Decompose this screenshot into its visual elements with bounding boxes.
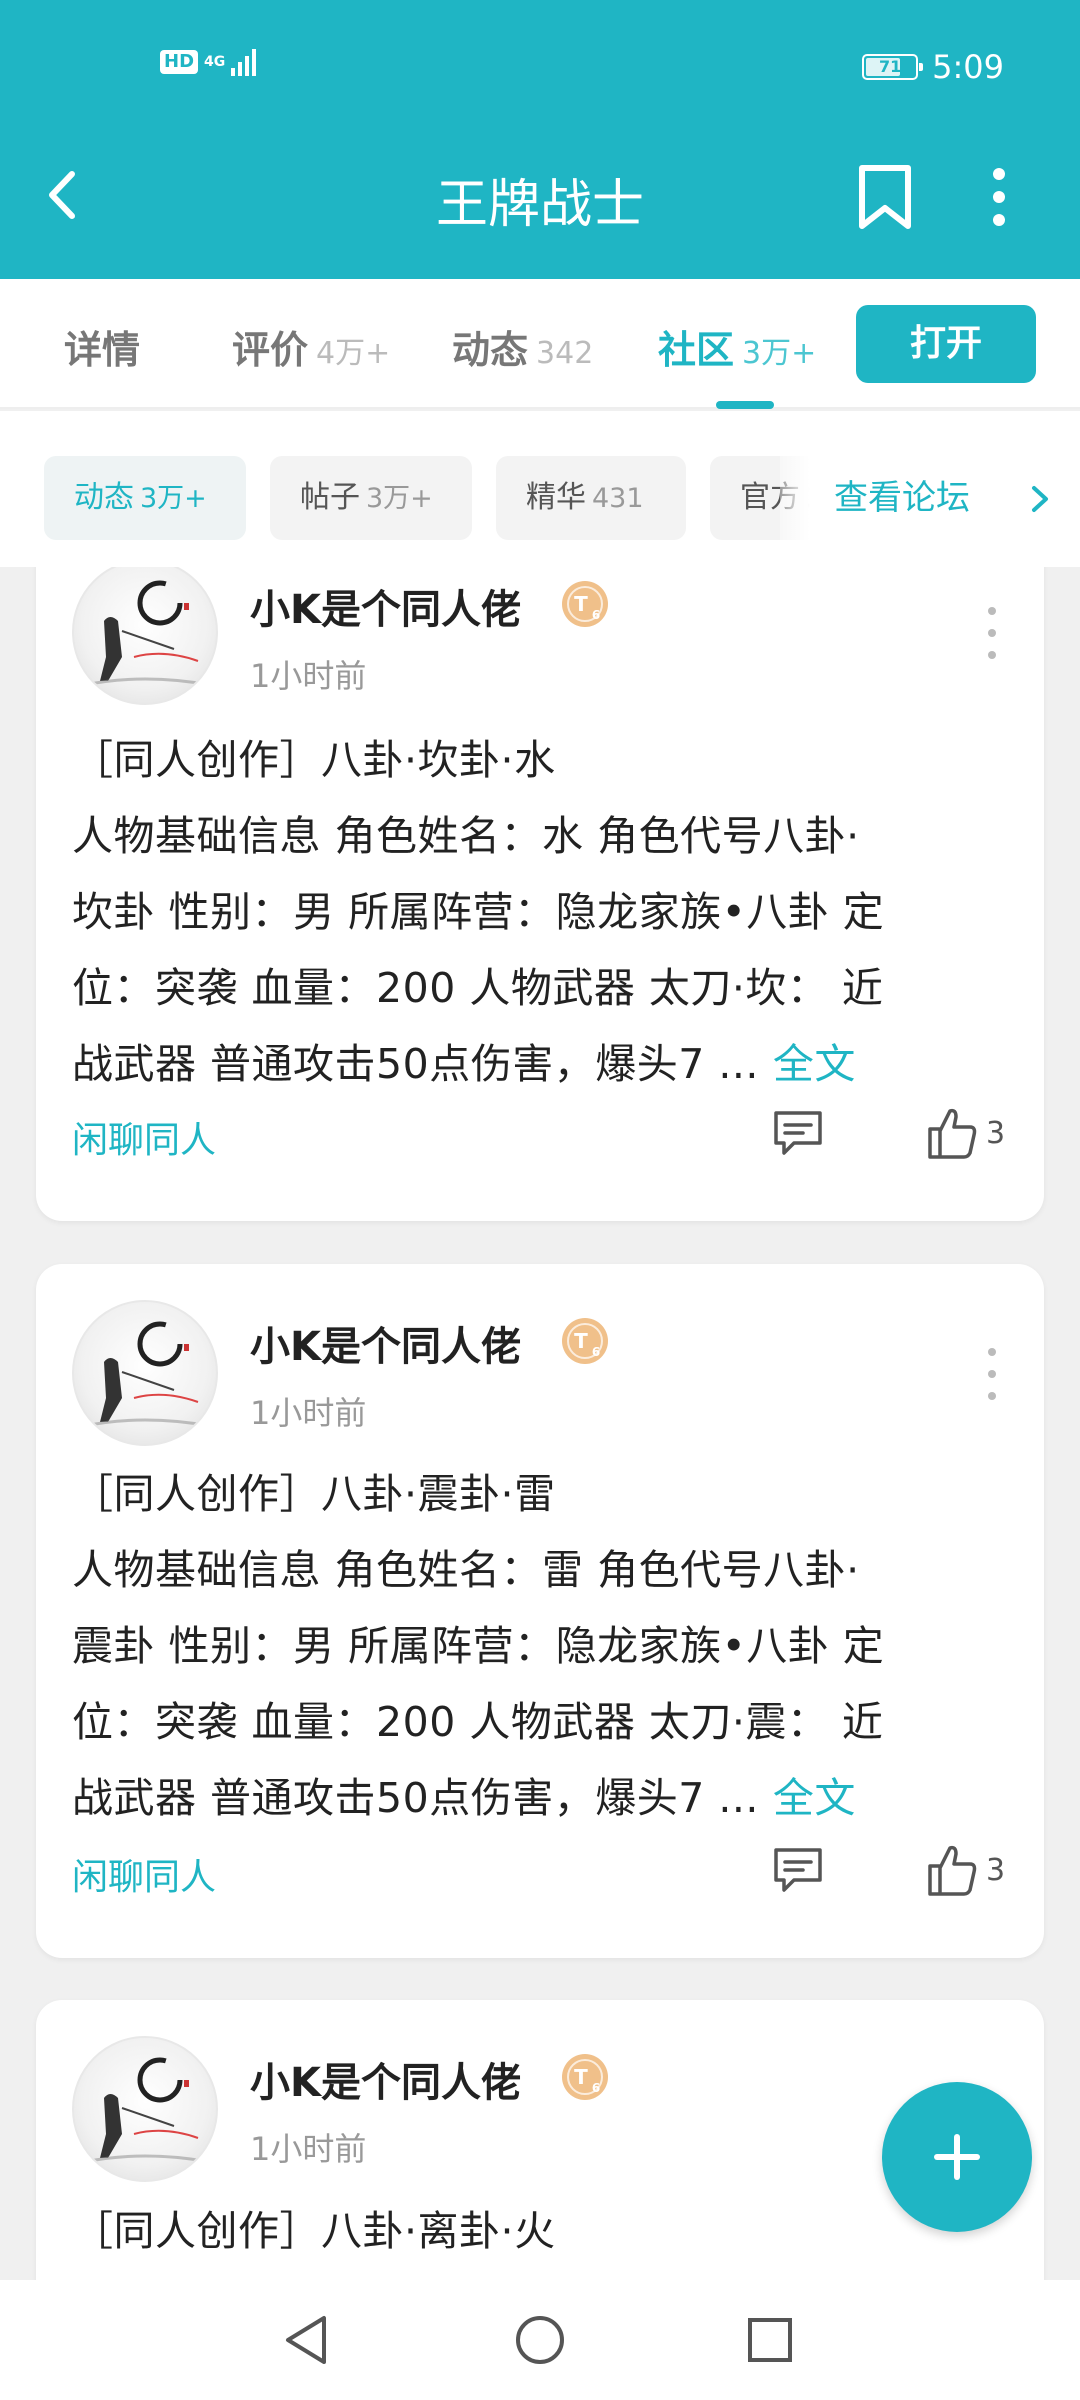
full-text-link[interactable]: 全文	[773, 1040, 856, 1088]
nav-back-icon[interactable]	[278, 2310, 338, 2370]
tab-label: 动态	[452, 328, 529, 372]
comment-icon[interactable]	[770, 1105, 826, 1161]
network-type: 4G	[204, 54, 226, 70]
more-vertical-icon	[993, 168, 1005, 226]
tab-label: 详情	[64, 328, 141, 372]
more-options-button[interactable]	[966, 160, 1032, 234]
ink-warrior-avatar-image	[83, 1321, 211, 1428]
post-more-icon[interactable]	[980, 1344, 1004, 1404]
hd-icon: HD	[160, 50, 199, 74]
battery-icon: 71	[862, 54, 924, 80]
post-text-line: 人物基础信息 角色姓名：水 角色代号八卦·	[72, 812, 860, 860]
bookmark-button[interactable]	[848, 160, 922, 234]
bookmark-icon	[859, 165, 911, 229]
filter-chips: 动态3万+ 帖子3万+ 精华431 官方3 查看论坛	[0, 411, 1080, 567]
tab-community[interactable]: 社区 3万+	[658, 319, 816, 374]
post-content[interactable]: ［同人创作］八卦·坎卦·水 人物基础信息 角色姓名：水 角色代号八卦· 坎卦 性…	[72, 722, 1008, 1102]
status-bar: HD 4G 71 5:09	[0, 48, 1080, 88]
post-title: ［同人创作］八卦·离卦·火	[72, 2207, 556, 2255]
tab-reviews[interactable]: 评价 4万+	[232, 319, 390, 374]
like-button[interactable]: 3	[926, 1103, 1005, 1163]
post-text-line: 战武器 普通攻击50点伤害，爆头7 ...	[72, 1040, 759, 1088]
app-header: HD 4G 71 5:09 王牌战士	[0, 0, 1080, 279]
ink-warrior-avatar-image	[83, 2057, 211, 2164]
svg-text:6: 6	[592, 1345, 600, 1359]
post-content[interactable]: ［同人创作］八卦·震卦·雷 人物基础信息 角色姓名：雷 角色代号八卦· 震卦 性…	[72, 1456, 1008, 1836]
level-badge-icon: T 6	[562, 2054, 608, 2100]
system-nav-bar	[0, 2280, 1080, 2400]
ink-warrior-avatar-image	[83, 580, 211, 687]
plus-icon	[934, 2134, 980, 2180]
post-text-line: 震卦 性别：男 所属阵营：隐龙家族•八卦 定	[72, 1622, 885, 1670]
svg-text:6: 6	[592, 608, 600, 622]
comment-icon[interactable]	[770, 1842, 826, 1898]
tab-label: 评价	[232, 328, 309, 372]
thumbs-up-icon	[928, 1845, 977, 1896]
clock: 5:09	[932, 48, 1004, 86]
chip-label: 帖子	[300, 480, 360, 515]
tab-count: 3万+	[742, 336, 817, 371]
chip-label: 动态	[74, 480, 134, 515]
svg-text:T: T	[574, 1329, 588, 1353]
tab-count: 4万+	[316, 336, 391, 371]
svg-text:T: T	[574, 2065, 588, 2089]
like-count: 3	[986, 1852, 1006, 1888]
avatar[interactable]	[72, 567, 218, 705]
level-badge-icon: T 6	[562, 581, 608, 627]
tab-label: 社区	[658, 328, 735, 372]
post-text-line: 位：突袭 血量：200 人物武器 太刀·震： 近	[72, 1698, 884, 1746]
username[interactable]: 小K是个同人佬	[250, 1314, 521, 1372]
post-text-line: 坎卦 性别：男 所属阵营：隐龙家族•八卦 定	[72, 888, 885, 936]
view-forum-link[interactable]: 查看论坛	[780, 456, 1080, 540]
post-time: 1小时前	[250, 2130, 367, 2168]
post-card[interactable]: 小K是个同人佬 T 6 1小时前 ［同人创作］八卦·震卦·雷 人物基础信息 角色…	[36, 1264, 1044, 1958]
post-content[interactable]: ［同人创作］八卦·离卦·火	[72, 2193, 1008, 2269]
chip-count: 3万+	[140, 483, 207, 514]
post-title: ［同人创作］八卦·震卦·雷	[72, 1470, 556, 1518]
svg-text:6: 6	[592, 2081, 600, 2095]
thumbs-up-icon	[928, 1108, 977, 1159]
post-card[interactable]: 小K是个同人佬 T 6 1小时前 ［同人创作］八卦·坎卦·水 人物基础信息 角色…	[36, 567, 1044, 1221]
post-time: 1小时前	[250, 1394, 367, 1432]
tab-updates[interactable]: 动态 342	[452, 319, 593, 374]
tab-details[interactable]: 详情	[64, 319, 140, 374]
post-tag[interactable]: 闲聊同人	[72, 1111, 216, 1163]
nav-home-icon[interactable]	[510, 2310, 570, 2370]
nav-recent-apps-icon[interactable]	[740, 2310, 800, 2370]
svg-text:T: T	[574, 592, 588, 616]
post-tag[interactable]: 闲聊同人	[72, 1848, 216, 1900]
signal-icon	[231, 48, 257, 76]
post-text-line: 人物基础信息 角色姓名：雷 角色代号八卦·	[72, 1546, 860, 1594]
chip-count: 431	[592, 483, 644, 514]
open-app-button[interactable]: 打开	[856, 305, 1036, 383]
battery-level: 71	[879, 57, 902, 76]
tab-count: 342	[536, 336, 594, 371]
like-button[interactable]: 3	[926, 1840, 1005, 1900]
chip-label: 精华	[526, 480, 586, 515]
post-title: ［同人创作］八卦·坎卦·水	[72, 736, 556, 784]
avatar[interactable]	[72, 1300, 218, 1446]
chip-featured[interactable]: 精华 431	[496, 456, 686, 540]
main-tabs: 详情 评价 4万+ 动态 342 社区 3万+ 打开	[0, 279, 1080, 409]
level-badge-icon: T 6	[562, 1318, 608, 1364]
post-feed: 小K是个同人佬 T 6 1小时前 ［同人创作］八卦·坎卦·水 人物基础信息 角色…	[0, 567, 1080, 2280]
avatar[interactable]	[72, 2036, 218, 2182]
full-text-link[interactable]: 全文	[773, 1774, 856, 1822]
post-text-line: 战武器 普通攻击50点伤害，爆头7 ...	[72, 1774, 759, 1822]
post-time: 1小时前	[250, 657, 367, 695]
chip-updates[interactable]: 动态 3万+	[44, 456, 246, 540]
active-tab-indicator	[716, 401, 774, 409]
chip-posts[interactable]: 帖子 3万+	[270, 456, 472, 540]
forum-link-label: 查看论坛	[834, 478, 970, 518]
username[interactable]: 小K是个同人佬	[250, 577, 521, 635]
post-more-icon[interactable]	[980, 603, 1004, 663]
new-post-button[interactable]	[882, 2082, 1032, 2232]
chevron-right-icon	[1032, 486, 1048, 512]
chip-count: 3万+	[366, 483, 433, 514]
like-count: 3	[986, 1115, 1006, 1151]
username[interactable]: 小K是个同人佬	[250, 2050, 521, 2108]
post-text-line: 位：突袭 血量：200 人物武器 太刀·坎： 近	[72, 964, 884, 1012]
